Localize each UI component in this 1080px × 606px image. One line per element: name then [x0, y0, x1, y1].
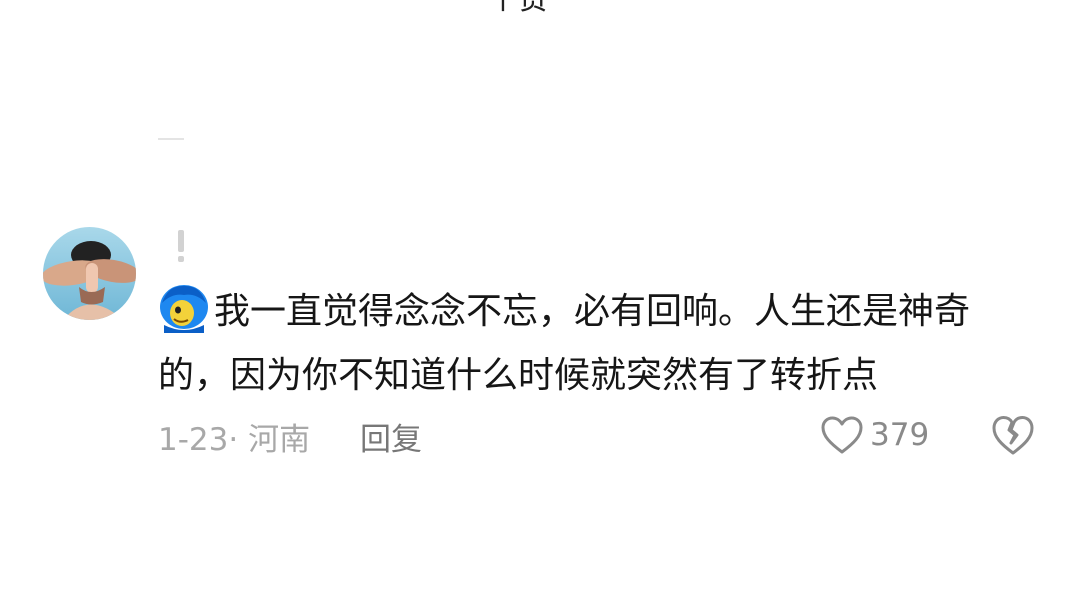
exclamation-mark-icon: [178, 230, 184, 262]
like-count: 379: [870, 417, 930, 453]
divider-dash: [158, 138, 184, 140]
top-cut-label: 个赞: [488, 0, 548, 18]
like-button[interactable]: 379: [820, 412, 929, 458]
comment-body: 我一直觉得念念不忘，必有回响。人生还是神奇的，因为你不知道什么时候就突然有了转折…: [158, 280, 1038, 408]
comment-text: 我一直觉得念念不忘，必有回响。人生还是神奇的，因为你不知道什么时候就突然有了转折…: [158, 291, 971, 396]
broken-heart-icon[interactable]: [990, 413, 1036, 457]
heart-outline-icon: [821, 416, 863, 454]
comment-page: 个赞: [0, 0, 1080, 606]
comment-date-location: 1-23· 河南: [158, 422, 311, 458]
blue-hair-character-emoji: [160, 285, 208, 333]
reply-button[interactable]: 回复: [360, 414, 422, 459]
user-avatar-image: [43, 227, 136, 320]
avatar[interactable]: [43, 227, 136, 320]
